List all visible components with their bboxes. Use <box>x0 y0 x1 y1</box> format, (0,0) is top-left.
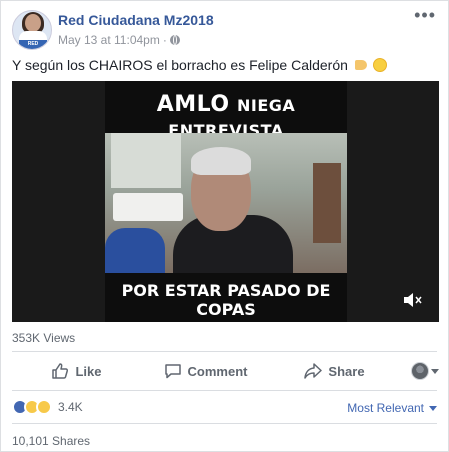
reaction-count: 3.4K <box>58 400 83 414</box>
comment-icon <box>164 364 181 379</box>
like-button[interactable]: Like <box>12 362 141 380</box>
scene-person-blue <box>105 228 165 273</box>
avatar-face <box>25 14 41 32</box>
video-player[interactable]: AMLO NIEGA ENTREVISTA POR ESTAR PASADO D… <box>12 81 439 322</box>
wow-reaction-icon <box>36 399 52 415</box>
scene-window <box>111 133 181 188</box>
page-avatar[interactable]: RED CIUDADANA <box>12 10 52 50</box>
video-title-big: AMLO <box>156 92 230 117</box>
sort-label: Most Relevant <box>347 401 424 415</box>
post-timestamp[interactable]: May 13 at 11:04pm <box>58 33 160 47</box>
page-name-link[interactable]: Red Ciudadana Mz2018 <box>58 12 214 28</box>
scene-table <box>113 193 183 221</box>
video-scene <box>105 133 347 273</box>
like-icon <box>52 363 69 379</box>
post-meta: May 13 at 11:04pm · <box>58 33 180 47</box>
comment-sort-dropdown[interactable]: Most Relevant <box>347 401 437 415</box>
chevron-down-icon <box>429 405 437 411</box>
divider <box>12 390 437 391</box>
meta-separator: · <box>162 33 167 47</box>
action-bar: Like Comment Share <box>12 355 439 387</box>
scene-man-hair <box>191 147 251 175</box>
video-caption: POR ESTAR PASADO DE COPAS <box>121 281 331 319</box>
audience-selector[interactable] <box>399 362 439 380</box>
post-text: Y según los CHAIROS el borracho es Felip… <box>12 57 387 73</box>
like-label: Like <box>75 363 102 379</box>
share-icon <box>304 363 323 379</box>
reaction-summary[interactable]: 3.4K <box>12 399 83 415</box>
globe-icon <box>169 35 180 45</box>
facebook-post: RED CIUDADANA Red Ciudadana Mz2018 May 1… <box>0 0 449 452</box>
avatar-badge: RED CIUDADANA <box>19 40 47 49</box>
mute-icon[interactable] <box>403 292 423 308</box>
divider <box>12 423 437 424</box>
share-label: Share <box>328 363 365 379</box>
divider <box>12 351 437 352</box>
post-text-body: Y según los CHAIROS el borracho es Felip… <box>12 57 348 73</box>
view-count: 353K Views <box>12 331 76 345</box>
pointing-hand-icon <box>354 60 367 70</box>
smiling-face-icon <box>372 58 387 72</box>
comment-label: Comment <box>187 363 248 379</box>
more-icon[interactable]: ••• <box>414 6 436 24</box>
share-count[interactable]: 10,101 Shares <box>12 434 90 448</box>
video-frame: AMLO NIEGA ENTREVISTA POR ESTAR PASADO D… <box>105 81 347 322</box>
scene-chair <box>313 163 341 243</box>
share-button[interactable]: Share <box>270 362 399 380</box>
chevron-down-icon <box>431 368 439 374</box>
viewer-avatar <box>411 362 429 380</box>
comment-button[interactable]: Comment <box>141 362 270 380</box>
